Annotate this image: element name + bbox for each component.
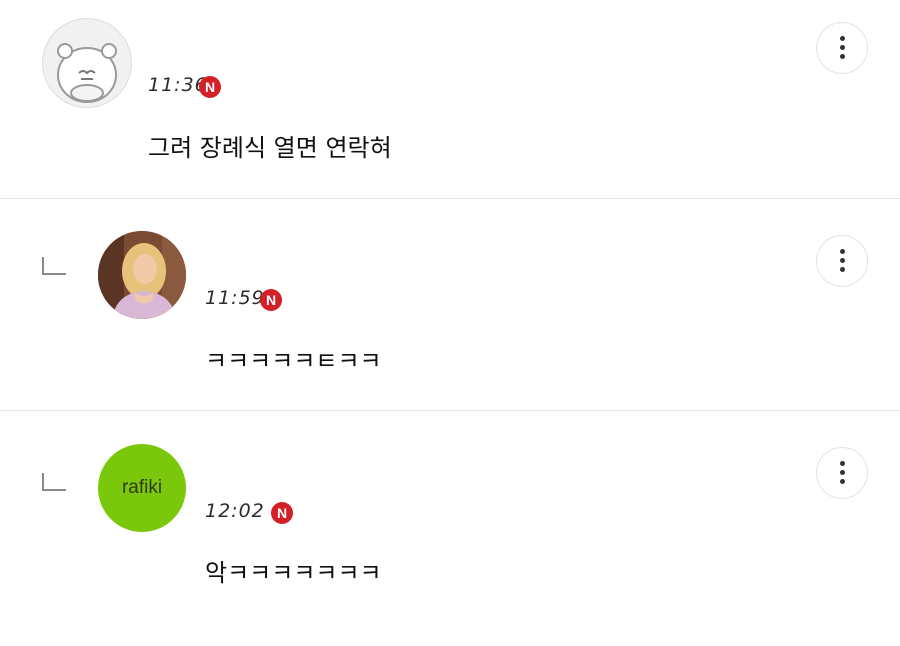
reply-arrow-icon	[42, 257, 66, 275]
comment-text: 그려 장례식 열면 연락혀	[148, 134, 392, 162]
avatar-photo[interactable]	[98, 231, 186, 319]
comment-text: 악ㅋㅋㅋㅋㅋㅋㅋ	[205, 559, 382, 587]
comment-3: rafiki 12:02 N 악ㅋㅋㅋㅋㅋㅋㅋ	[0, 411, 900, 646]
new-badge: N	[271, 502, 293, 524]
more-dot-icon	[840, 36, 845, 41]
comment-time: 12:02	[205, 500, 265, 522]
more-dot-icon	[840, 461, 845, 466]
comment-2: 11:59 N ㅋㅋㅋㅋㅋㅌㅋㅋ	[0, 199, 900, 410]
reply-arrow-icon	[42, 473, 66, 491]
avatar-hamster-icon[interactable]	[42, 18, 132, 108]
more-dot-icon	[840, 479, 845, 484]
comment-text: ㅋㅋㅋㅋㅋㅌㅋㅋ	[205, 347, 382, 375]
more-dot-icon	[840, 267, 845, 272]
new-badge: N	[260, 289, 282, 311]
comment-time: 11:59	[205, 287, 265, 309]
new-badge: N	[199, 76, 221, 98]
more-options-button[interactable]	[816, 235, 868, 287]
more-dot-icon	[840, 258, 845, 263]
comment-1: 11:36 N 그려 장례식 열면 연락혀	[0, 0, 900, 198]
avatar-rafiki[interactable]: rafiki	[98, 444, 186, 532]
more-options-button[interactable]	[816, 22, 868, 74]
more-dot-icon	[840, 54, 845, 59]
more-dot-icon	[840, 470, 845, 475]
more-options-button[interactable]	[816, 447, 868, 499]
more-dot-icon	[840, 45, 845, 50]
more-dot-icon	[840, 249, 845, 254]
